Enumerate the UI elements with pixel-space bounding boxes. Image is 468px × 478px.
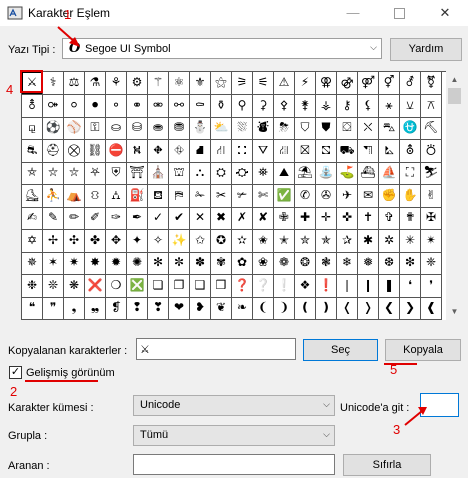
annotation-2: 2 (10, 384, 18, 399)
annotation-5: 5 (390, 362, 398, 377)
annotation-overlay (25, 26, 427, 426)
annotation-3: 3 (393, 422, 401, 437)
annotation-arrow-3 (404, 410, 423, 426)
annotation-4: 4 (6, 82, 14, 97)
